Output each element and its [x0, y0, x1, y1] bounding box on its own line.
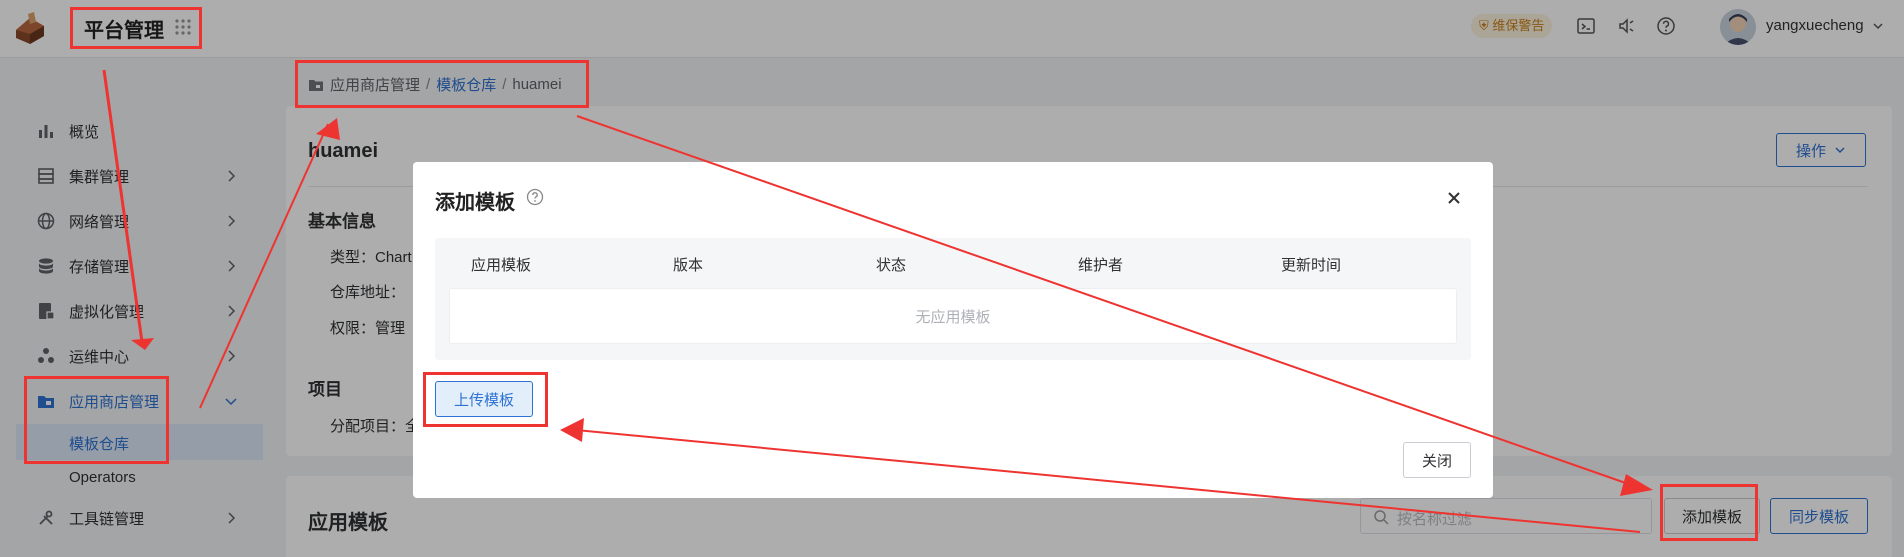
empty-state: 无应用模板 [449, 288, 1457, 344]
annotation-box-sidebar [24, 376, 169, 464]
template-table: 应用模板 版本 状态 维护者 更新时间 无应用模板 [435, 238, 1471, 360]
column-header: 状态 [876, 257, 907, 274]
annotation-box-platform [70, 7, 202, 49]
help-icon[interactable] [526, 188, 544, 206]
annotation-box-upload [423, 372, 548, 427]
column-header: 应用模板 [471, 257, 532, 274]
column-header: 更新时间 [1281, 257, 1342, 274]
close-button[interactable]: 关闭 [1403, 442, 1471, 478]
column-header: 维护者 [1078, 257, 1124, 274]
annotation-box-add [1660, 484, 1758, 541]
dialog-title: 添加模板 [435, 192, 515, 214]
column-header: 版本 [673, 257, 704, 274]
annotation-box-breadcrumb [295, 60, 589, 108]
add-template-dialog: 添加模板 应用模板 版本 状态 维护者 更新时间 无应用模板 上传模板 关闭 [413, 162, 1493, 498]
close-icon[interactable] [1446, 190, 1462, 206]
